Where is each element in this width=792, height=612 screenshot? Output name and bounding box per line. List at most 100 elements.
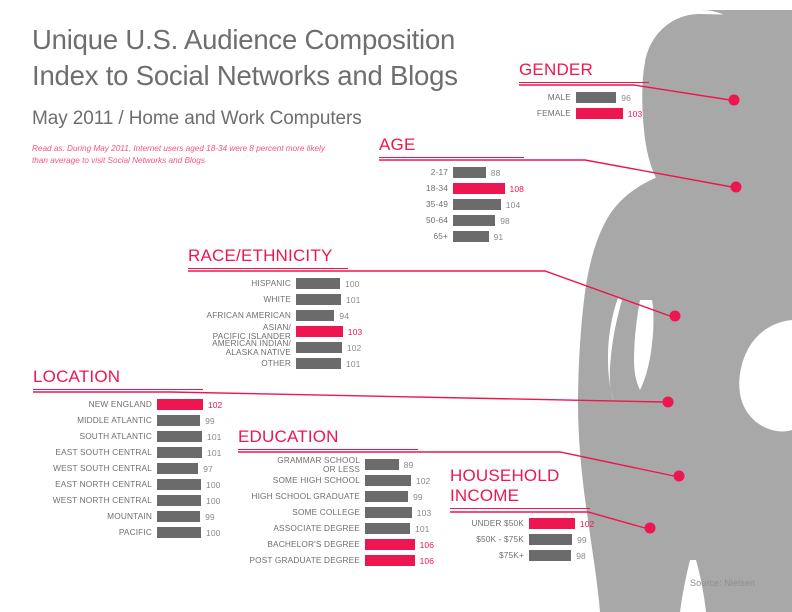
bar-row: FEMALE 103 — [519, 107, 649, 120]
section-title-education: EDUCATION — [238, 427, 339, 446]
bar-label: MALE — [547, 92, 571, 103]
bar-value: 97 — [203, 463, 213, 474]
bar-row: SOME COLLEGE 103 — [238, 506, 431, 519]
section-title-location: LOCATION — [33, 367, 121, 386]
bar-label: SOME COLLEGE — [292, 507, 360, 518]
bar-label: EAST SOUTH CENTRAL — [55, 447, 152, 458]
bar-value: 106 — [419, 555, 435, 566]
section-title-race-ethnicity: RACE/ETHNICITY — [188, 246, 333, 265]
bar — [453, 215, 496, 227]
bar-value: 100 — [345, 278, 360, 289]
bar — [576, 108, 623, 120]
bar — [157, 447, 202, 459]
section-rule-gender — [519, 82, 649, 84]
bar — [529, 534, 573, 546]
section-rule-location — [33, 389, 203, 391]
section-rule-education — [238, 449, 418, 451]
bar — [529, 518, 575, 530]
bar-label: HISPANIC — [251, 278, 291, 289]
bar-row: HISPANIC 100 — [188, 277, 359, 290]
bar-value: 94 — [339, 310, 350, 321]
read-as-note: Read as: During May 2011, Internet users… — [32, 144, 325, 165]
bar-row: MOUNTAIN 99 — [33, 510, 215, 523]
bar-value: 89 — [403, 459, 414, 470]
section-title-age: AGE — [379, 135, 416, 154]
bar-row: MIDDLE ATLANTIC 99 — [33, 414, 215, 427]
bar — [157, 495, 201, 507]
section-title-gender: GENDER — [519, 60, 593, 79]
bar-label: EAST NORTH CENTRAL — [55, 479, 152, 490]
bar-label: WEST SOUTH CENTRAL — [53, 463, 152, 474]
bar-row: NEW ENGLAND 102 — [33, 398, 222, 411]
bar-value: 103 — [416, 507, 432, 518]
bar-label: SOUTH ATLANTIC — [79, 431, 152, 442]
bar-row: AMERICAN INDIAN/ ALASKA NATIVE 102 — [188, 338, 361, 356]
bar-value: 100 — [206, 495, 221, 506]
bar-row: 18-34 108 — [379, 182, 524, 195]
bar — [157, 463, 199, 475]
bar-value: 104 — [505, 199, 521, 210]
bar-label: $50K - $75K — [476, 534, 524, 545]
bar-value: 91 — [493, 231, 504, 242]
bar — [296, 342, 342, 354]
section-gender: GENDER MALE 96 FEMALE 103 — [519, 60, 649, 123]
bars-gender: MALE 96 FEMALE 103 — [519, 91, 649, 120]
bar-label: AFRICAN AMERICAN — [206, 310, 291, 321]
bar — [453, 199, 501, 211]
bar — [365, 507, 412, 519]
bar-value: 100 — [206, 479, 221, 490]
bar-row: OTHER 101 — [188, 357, 360, 370]
bar-label: 2-17 — [430, 167, 448, 178]
section-location: LOCATION NEW ENGLAND 102 MIDDLE ATLANTIC 99… — [33, 367, 222, 542]
bar-row: 50-64 98 — [379, 214, 524, 227]
bar-label: WHITE — [263, 294, 291, 305]
section-education: EDUCATION GRAMMAR SCHOOL OR LESS 89 SOME H… — [238, 427, 434, 570]
bar — [365, 459, 399, 471]
bar — [296, 358, 341, 370]
bar-label: NEW ENGLAND — [88, 399, 152, 410]
bar — [296, 278, 340, 290]
bar-label: 65+ — [433, 231, 448, 242]
bar-value: 96 — [621, 92, 631, 103]
bar — [365, 475, 411, 487]
bar-row: HIGH SCHOOL GRADUATE 99 — [238, 490, 423, 503]
bar — [296, 294, 341, 306]
source-attribution: Source: Nielsen — [690, 578, 756, 588]
bar-value: 102 — [415, 475, 431, 486]
page-title-line2: Index to Social Networks and Blogs — [32, 60, 458, 91]
bar — [365, 539, 415, 551]
bar-row: ASIAN/ PACIFIC ISLANDER 103 — [188, 322, 363, 340]
bar-value: 108 — [509, 183, 524, 194]
bar-value: 100 — [206, 527, 221, 538]
section-rule-race-ethnicity — [188, 268, 348, 270]
bar — [453, 183, 505, 195]
bar — [157, 415, 201, 427]
bar — [453, 167, 486, 179]
bar-row: 65+ 91 — [379, 230, 524, 243]
bar-label: $75K+ — [499, 550, 524, 561]
bar-value: 103 — [627, 108, 643, 119]
bars-age: 2-17 88 18-34 108 35-49 104 50-64 98 65+ 91 — [379, 166, 524, 243]
bar-row: POST GRADUATE DEGREE 106 — [238, 554, 434, 567]
bar-label: ASSOCIATE DEGREE — [273, 523, 360, 534]
page-title: Unique U.S. Audience Composition Index t… — [32, 22, 532, 94]
bar-row: SOME HIGH SCHOOL 102 — [238, 474, 430, 487]
bar — [365, 491, 409, 503]
page-subtitle: May 2011 / Home and Work Computers — [32, 108, 362, 129]
bars-location: NEW ENGLAND 102 MIDDLE ATLANTIC 99 SOUTH ATL… — [33, 398, 222, 539]
bar-label: FEMALE — [536, 108, 571, 119]
bar-value: 101 — [207, 431, 222, 442]
bar-value: 101 — [346, 294, 361, 305]
infographic-canvas: Unique U.S. Audience Composition Index t… — [0, 0, 792, 612]
bar — [365, 523, 410, 535]
bars-race-ethnicity: HISPANIC 100 WHITE 101 AFRICAN AMERICAN 94 ASI… — [188, 277, 363, 370]
bar-value: 99 — [413, 491, 423, 502]
bar-row: 2-17 88 — [379, 166, 524, 179]
bar-row: $50K - $75K 99 — [450, 533, 590, 546]
bar-label: BACHELOR'S DEGREE — [267, 539, 360, 550]
bar — [296, 310, 335, 322]
bar-row: WEST SOUTH CENTRAL 97 — [33, 462, 213, 475]
bar-row: MALE 96 — [519, 91, 649, 104]
bar-value: 102 — [579, 518, 595, 529]
bar-row: ASSOCIATE DEGREE 101 — [238, 522, 429, 535]
